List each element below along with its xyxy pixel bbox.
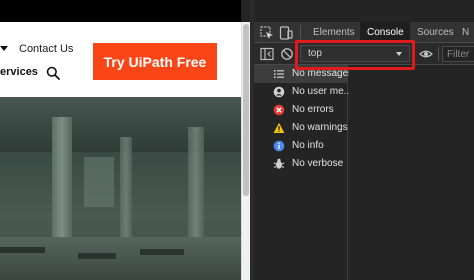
sidebar-item-label: No user me... xyxy=(292,86,353,97)
console-toolbar: top xyxy=(254,43,474,65)
info-icon xyxy=(273,140,285,152)
console-output[interactable] xyxy=(349,65,474,280)
tab-separator xyxy=(300,25,301,39)
try-uipath-free-button[interactable]: Try UiPath Free xyxy=(93,43,217,80)
eye-icon[interactable] xyxy=(419,47,433,61)
inspect-element-icon[interactable] xyxy=(260,26,274,40)
browser-top-strip xyxy=(0,0,241,22)
user-icon xyxy=(273,86,285,98)
tab-network[interactable]: N xyxy=(462,27,469,38)
show-sidebar-icon[interactable] xyxy=(260,47,274,61)
device-toolbar-icon[interactable] xyxy=(279,26,293,40)
warning-icon xyxy=(273,122,285,133)
sidebar-item-label: No verbose xyxy=(292,158,344,169)
page-scrollbar[interactable] xyxy=(241,22,250,280)
contact-us-link[interactable]: Contact Us xyxy=(19,43,73,55)
hero-image xyxy=(0,97,241,280)
list-icon xyxy=(274,70,284,78)
context-select-value: top xyxy=(308,48,322,59)
sidebar-item-label: No warnings xyxy=(292,122,348,133)
chevron-down-icon xyxy=(396,52,402,56)
scrollbar-thumb[interactable] xyxy=(243,24,249,196)
devtools-panel: Elements Console Sources N top Filter No… xyxy=(254,0,474,280)
sidebar-item-errors[interactable]: No errors xyxy=(254,101,347,119)
sidebar-item-user-messages[interactable]: No user me... xyxy=(254,83,352,101)
sidebar-item-label: No errors xyxy=(292,104,334,115)
sidebar-item-verbose[interactable]: No verbose xyxy=(254,155,347,173)
console-sidebar: No messages No user me... No errors No w… xyxy=(254,65,353,280)
error-icon xyxy=(273,104,285,116)
sidebar-item-messages[interactable]: No messages xyxy=(254,65,353,83)
services-nav-link[interactable]: ervices xyxy=(0,66,38,78)
sidebar-item-warnings[interactable]: No warnings xyxy=(254,119,348,137)
website-viewport: Contact Us ervices Try UiPath Free xyxy=(0,0,241,280)
tab-console[interactable]: Console xyxy=(367,27,404,38)
sidebar-item-label: No info xyxy=(292,140,324,151)
tab-elements[interactable]: Elements xyxy=(313,27,355,38)
clear-console-icon[interactable] xyxy=(280,47,294,61)
tab-sources[interactable]: Sources xyxy=(417,27,454,38)
sidebar-item-label: No messages xyxy=(292,68,354,79)
search-icon[interactable] xyxy=(46,66,60,80)
javascript-context-select[interactable]: top xyxy=(300,45,410,62)
chevron-down-icon[interactable] xyxy=(0,46,8,51)
sidebar-item-info[interactable]: No info xyxy=(254,137,347,155)
console-filter-input[interactable] xyxy=(442,46,474,62)
toolbar-separator xyxy=(438,47,439,61)
devtools-tab-bar: Elements Console Sources N xyxy=(254,22,474,43)
verbose-icon xyxy=(273,158,285,169)
